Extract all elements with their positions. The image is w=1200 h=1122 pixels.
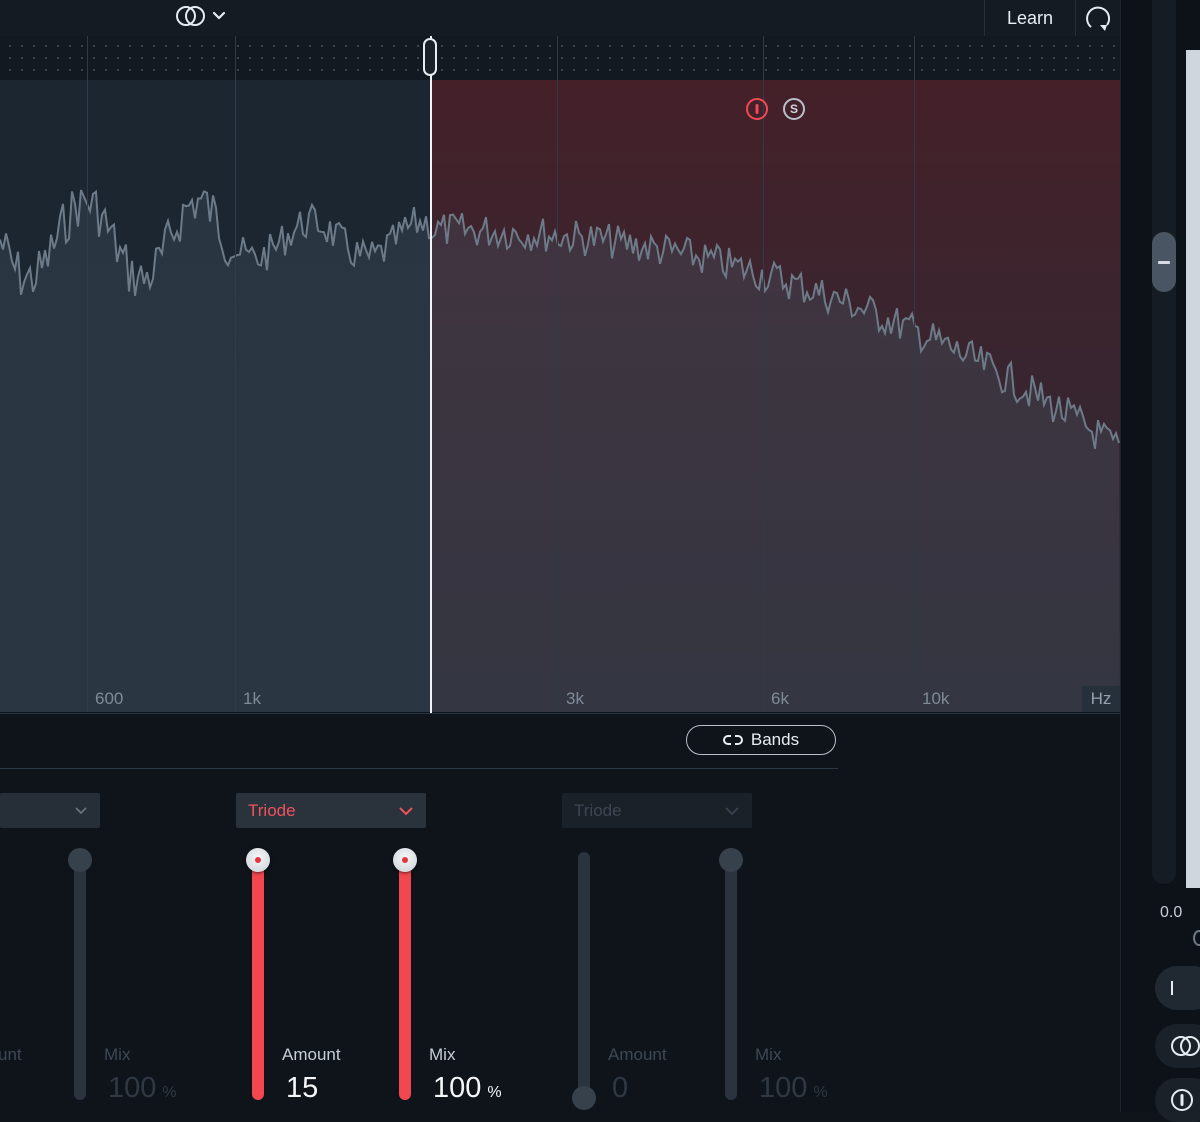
grid-line xyxy=(87,36,88,712)
module-2-mix-label: Mix xyxy=(429,1045,456,1064)
module-2-mix-value: 100% xyxy=(433,1072,502,1105)
module-2-amount-knob[interactable] xyxy=(246,848,270,872)
module-2-mode-dropdown[interactable]: Triode xyxy=(236,793,426,828)
band-solo-button[interactable]: S xyxy=(783,98,805,120)
chevron-down-icon xyxy=(212,11,226,20)
output-gain-value: 0.0 xyxy=(1160,904,1183,921)
output-meter xyxy=(1186,50,1200,888)
module-2-mode-value: Triode xyxy=(248,800,296,820)
module-3-amount-value: 0 xyxy=(612,1072,629,1104)
spectrum-fill xyxy=(0,190,1120,712)
learn-button[interactable]: Learn xyxy=(984,0,1076,36)
band-bypass-button[interactable] xyxy=(746,98,768,120)
freq-label: 600 xyxy=(95,689,124,708)
module-3-mix-value: 100% xyxy=(759,1072,828,1105)
crossover-handle[interactable] xyxy=(423,38,437,76)
module-1-mix-label: Mix xyxy=(104,1045,131,1064)
module-3-mode-dropdown[interactable]: Triode xyxy=(562,793,752,828)
grid-line xyxy=(763,36,764,712)
module-2-mix-knob[interactable] xyxy=(393,848,417,872)
output-gain-slider[interactable] xyxy=(1152,0,1176,884)
freq-label: 10k xyxy=(922,689,950,708)
module-1-mix-unit: % xyxy=(162,1084,177,1101)
module-3-mix-label: Mix xyxy=(755,1045,782,1064)
top-toolbar xyxy=(0,0,1120,37)
power-icon xyxy=(755,104,759,114)
module-2-amount-fill xyxy=(252,852,264,1100)
crossover-ruler[interactable] xyxy=(0,36,1120,80)
bands-button[interactable]: Bands xyxy=(686,725,836,755)
chevron-down-icon xyxy=(399,806,413,815)
module-2-mix-fill xyxy=(399,852,411,1100)
module-1-amount-label: unt xyxy=(0,1045,22,1064)
grid-line xyxy=(914,36,915,712)
output-gain-handle[interactable] xyxy=(1152,232,1176,292)
module-1-mix-number: 100 xyxy=(108,1072,157,1104)
module-2-amount-label: Amount xyxy=(282,1045,341,1064)
spectrum-display[interactable] xyxy=(0,80,1120,712)
freq-label: 6k xyxy=(771,689,789,708)
stereo-link-icon xyxy=(1171,1036,1200,1056)
module-3-mix-slider[interactable] xyxy=(725,852,737,1100)
bar-icon xyxy=(1171,981,1173,995)
stereo-link-icon xyxy=(176,6,205,26)
bands-button-label: Bands xyxy=(750,730,800,749)
grid-line xyxy=(235,36,236,712)
divider xyxy=(0,768,838,769)
stereo-link-dropdown[interactable] xyxy=(174,2,230,30)
module-3-mix-number: 100 xyxy=(759,1072,808,1104)
chevron-down-icon xyxy=(75,806,87,814)
bypass-button[interactable] xyxy=(1155,1078,1200,1122)
refresh-button[interactable] xyxy=(1076,0,1120,36)
output-option-button[interactable] xyxy=(1155,966,1200,1010)
module-3-mix-unit: % xyxy=(813,1084,828,1101)
module-3-mix-knob[interactable] xyxy=(719,848,743,872)
module-1-mix-knob[interactable] xyxy=(68,848,92,872)
module-3-amount-knob[interactable] xyxy=(572,1086,596,1110)
power-icon xyxy=(1171,1089,1193,1111)
fader-grip xyxy=(1158,260,1170,264)
freq-label: 1k xyxy=(243,689,261,708)
module-1-mix-slider[interactable] xyxy=(74,852,86,1100)
module-panel xyxy=(0,713,1120,1113)
module-2-mix-number: 100 xyxy=(433,1072,482,1104)
module-3-amount-label: Amount xyxy=(608,1045,667,1064)
refresh-icon xyxy=(1086,6,1111,31)
module-3-amount-slider[interactable] xyxy=(578,852,590,1100)
module-1-mix-value: 100% xyxy=(108,1072,177,1105)
grid-line xyxy=(557,36,558,712)
freq-label: 3k xyxy=(566,689,584,708)
crossover-line[interactable] xyxy=(430,36,432,713)
module-1-mode-dropdown[interactable] xyxy=(0,793,100,828)
stereo-link-button[interactable] xyxy=(1155,1024,1200,1068)
link-icon xyxy=(722,735,743,745)
unit-label: Hz xyxy=(1082,686,1120,712)
module-2-amount-value: 15 xyxy=(286,1072,319,1104)
module-3-mode-value: Triode xyxy=(574,800,622,820)
chevron-down-icon xyxy=(725,806,739,815)
output-mode-icon[interactable] xyxy=(1193,930,1200,946)
module-2-mix-unit: % xyxy=(487,1084,502,1101)
spectrum-curve xyxy=(0,189,1120,712)
